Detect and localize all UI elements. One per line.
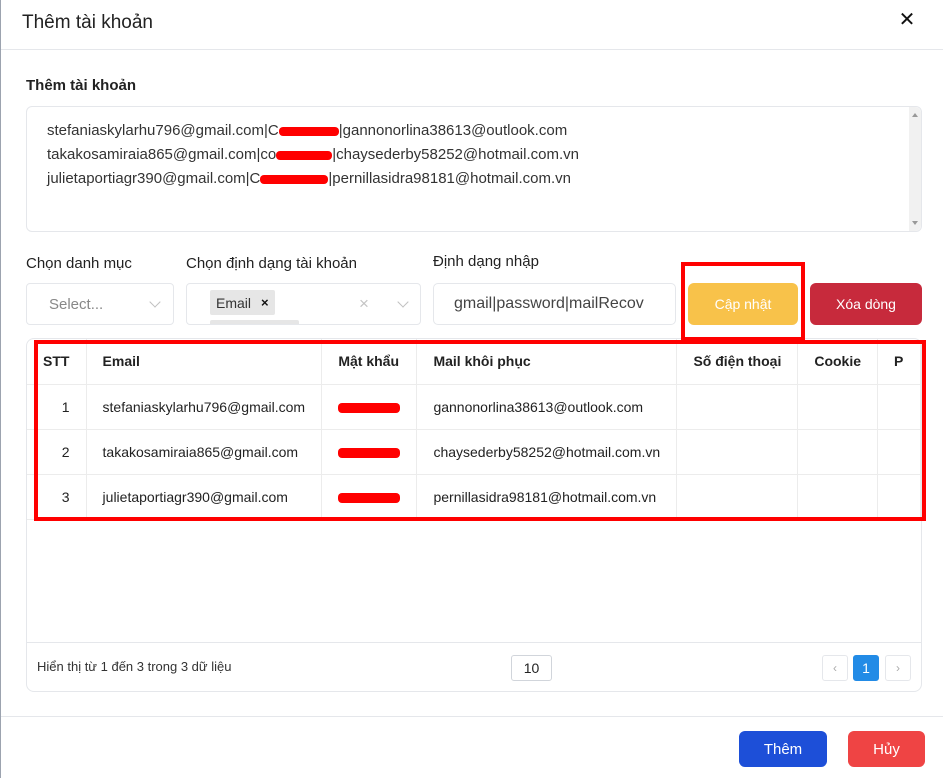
scroll-up-icon[interactable] (912, 113, 918, 117)
line-email: stefaniaskylarhu796@gmail.com|C (47, 122, 279, 139)
category-placeholder: Select... (49, 296, 104, 313)
cell-phone (676, 474, 799, 520)
table-scroll-area[interactable]: STT Email Mật khẩu Mail khôi phục Số điệ… (27, 339, 921, 643)
cancel-button[interactable]: Hủy (848, 731, 925, 767)
col-stt[interactable]: STT (27, 339, 87, 385)
col-extra[interactable]: P (877, 339, 921, 385)
cell-stt: 2 (27, 429, 87, 475)
add-account-modal: Thêm tài khoản ✕ Thêm tài khoản stefania… (0, 0, 943, 778)
category-label: Chọn danh mục (26, 255, 132, 272)
cell-extra (877, 429, 921, 475)
redaction-mark (338, 402, 401, 413)
delete-row-button[interactable]: Xóa dòng (810, 283, 922, 325)
cell-password (321, 429, 418, 475)
format-label: Chọn định dạng tài khoản (186, 255, 357, 272)
cell-extra (877, 384, 921, 430)
cell-recovery: chaysederby58252@hotmail.com.vn (416, 429, 678, 475)
clear-icon[interactable]: × (359, 294, 369, 314)
page-size-select[interactable]: 10 (511, 655, 552, 681)
account-format-select[interactable]: Email × × (186, 283, 421, 325)
chip-label: Email (216, 294, 252, 311)
col-email[interactable]: Email (86, 339, 323, 385)
col-phone[interactable]: Số điện thoại (676, 339, 799, 385)
table-header-row: STT Email Mật khẩu Mail khôi phục Số điệ… (27, 339, 921, 385)
modal-footer: Thêm Hủy (1, 716, 943, 778)
next-page-button[interactable]: › (885, 655, 911, 681)
line-recovery: |pernillasidra98181@hotmail.com.vn (328, 170, 571, 187)
textarea-scrollbar[interactable] (909, 107, 921, 231)
close-icon[interactable]: ✕ (897, 9, 917, 31)
cell-extra (877, 474, 921, 520)
category-select[interactable]: Select... (26, 283, 174, 325)
update-button[interactable]: Cập nhật (688, 283, 798, 325)
cell-password (321, 474, 418, 520)
line-recovery: |gannonorlina38613@outlook.com (338, 122, 568, 139)
accounts-table-card: STT Email Mật khẩu Mail khôi phục Số điệ… (26, 338, 922, 692)
modal-title: Thêm tài khoản (22, 12, 153, 33)
col-recovery-mail[interactable]: Mail khôi phục (416, 339, 678, 385)
redaction-mark (260, 174, 329, 184)
redaction-mark (276, 150, 333, 160)
redaction-mark (278, 126, 339, 136)
import-format-label: Định dạng nhập (433, 253, 539, 270)
cell-cookie (797, 474, 879, 520)
cell-phone (676, 429, 799, 475)
chevron-down-icon (397, 296, 409, 308)
import-format-input[interactable] (433, 283, 676, 325)
cell-cookie (797, 384, 879, 430)
cell-recovery: gannonorlina38613@outlook.com (416, 384, 678, 430)
col-password[interactable]: Mật khẩu (321, 339, 418, 385)
table-row[interactable]: 2 takakosamiraia865@gmail.com chaysederb… (27, 429, 921, 475)
cell-stt: 3 (27, 474, 87, 520)
cell-stt: 1 (27, 384, 87, 430)
line-email: julietaportiagr390@gmail.com|C (47, 170, 261, 187)
prev-page-button[interactable]: ‹ (822, 655, 848, 681)
format-chip: Email × (210, 290, 275, 315)
cell-phone (676, 384, 799, 430)
section-label: Thêm tài khoản (26, 77, 137, 94)
modal-header: Thêm tài khoản ✕ (1, 0, 943, 50)
cell-recovery: pernillasidra98181@hotmail.com.vn (416, 474, 678, 520)
format-chip-overflow (210, 320, 299, 324)
cell-email: julietaportiagr390@gmail.com (86, 474, 323, 520)
line-email: takakosamiraia865@gmail.com|co (47, 146, 277, 163)
remove-chip-icon[interactable]: × (261, 295, 269, 310)
cell-email: takakosamiraia865@gmail.com (86, 429, 323, 475)
cell-password (321, 384, 418, 430)
table-row[interactable]: 3 julietaportiagr390@gmail.com pernillas… (27, 474, 921, 520)
cell-email: stefaniaskylarhu796@gmail.com (86, 384, 323, 430)
pagination-info: Hiển thị từ 1 đến 3 trong 3 dữ liệu (37, 659, 232, 674)
redaction-mark (338, 447, 401, 458)
scroll-down-icon[interactable] (912, 221, 918, 225)
accounts-table: STT Email Mật khẩu Mail khôi phục Số điệ… (27, 339, 921, 520)
add-button[interactable]: Thêm (739, 731, 827, 767)
line-recovery: |chaysederby58252@hotmail.com.vn (332, 146, 579, 163)
table-row[interactable]: 1 stefaniaskylarhu796@gmail.com gannonor… (27, 384, 921, 430)
cell-cookie (797, 429, 879, 475)
col-cookie[interactable]: Cookie (797, 339, 879, 385)
accounts-textarea[interactable]: stefaniaskylarhu796@gmail.com|C |gannonor… (26, 106, 922, 232)
textarea-line: julietaportiagr390@gmail.com|C |pernillas… (47, 167, 579, 191)
textarea-line: stefaniaskylarhu796@gmail.com|C |gannonor… (47, 119, 579, 143)
redaction-mark (338, 492, 401, 503)
textarea-line: takakosamiraia865@gmail.com|co |chayseder… (47, 143, 579, 167)
chevron-down-icon (149, 296, 161, 308)
textarea-content: stefaniaskylarhu796@gmail.com|C |gannonor… (47, 119, 579, 191)
page-button-current[interactable]: 1 (853, 655, 879, 681)
